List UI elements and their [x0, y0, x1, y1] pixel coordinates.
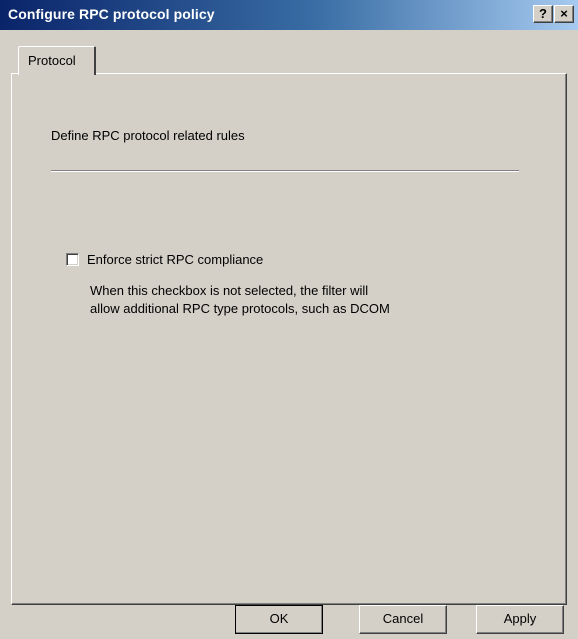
tab-panel — [11, 73, 567, 605]
tab-protocol-label: Protocol — [28, 53, 76, 68]
window-title: Configure RPC protocol policy — [8, 6, 215, 22]
checkbox-help-text: When this checkbox is not selected, the … — [90, 282, 390, 318]
tab-protocol[interactable]: Protocol — [18, 46, 96, 75]
checkbox-label[interactable]: Enforce strict RPC compliance — [87, 252, 263, 267]
cancel-button[interactable]: Cancel — [359, 605, 447, 634]
ok-button[interactable]: OK — [235, 605, 323, 634]
title-bar: Configure RPC protocol policy ? × — [0, 0, 578, 30]
section-description: Define RPC protocol related rules — [51, 128, 245, 143]
help-line: When this checkbox is not selected, the … — [90, 283, 369, 298]
apply-button[interactable]: Apply — [476, 605, 564, 634]
help-button[interactable]: ? — [533, 5, 553, 23]
help-line: allow additional RPC type protocols, suc… — [90, 301, 390, 316]
checkbox-box[interactable] — [66, 252, 79, 266]
close-button[interactable]: × — [554, 5, 574, 23]
separator — [51, 170, 519, 172]
strict-compliance-checkbox[interactable]: Enforce strict RPC compliance — [66, 251, 263, 267]
